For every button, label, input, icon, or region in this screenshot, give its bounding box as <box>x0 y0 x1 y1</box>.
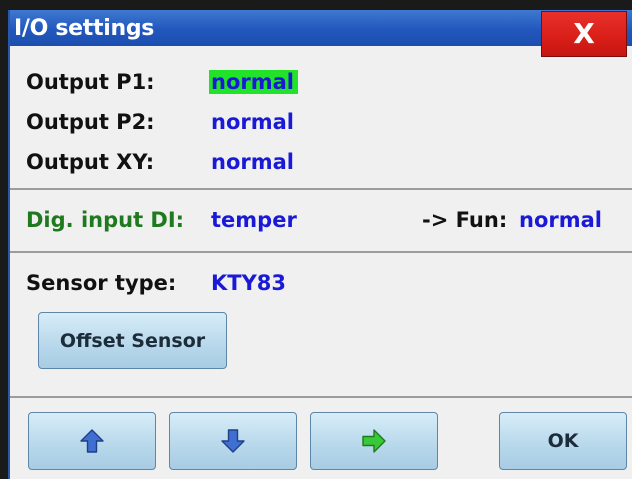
output-p1-row: Output P1: <box>26 70 155 94</box>
output-p2-value[interactable]: normal <box>211 110 294 134</box>
fun-label: -> Fun: <box>422 208 508 232</box>
sensor-type-row: Sensor type: <box>26 271 176 295</box>
dig-input-value-wrap[interactable]: temper <box>211 208 297 232</box>
io-settings-dialog: I/O settings X Output P1: normal Output … <box>8 10 632 479</box>
fun-label-wrap: -> Fun: <box>422 208 507 232</box>
output-p1-value[interactable]: normal <box>209 70 298 94</box>
fun-value[interactable]: normal <box>519 208 602 232</box>
sensor-type-value-wrap[interactable]: KTY83 <box>211 271 286 295</box>
output-xy-value-wrap[interactable]: normal <box>211 150 294 174</box>
arrow-right-icon <box>362 429 386 453</box>
output-p2-row: Output P2: <box>26 110 155 134</box>
title-bar: I/O settings <box>10 10 632 46</box>
arrow-down-icon <box>221 429 245 453</box>
output-p2-value-wrap[interactable]: normal <box>211 110 294 134</box>
output-xy-label: Output XY: <box>26 150 155 174</box>
separator <box>10 396 632 398</box>
close-button[interactable]: X <box>541 11 627 57</box>
fun-value-wrap[interactable]: normal <box>519 208 602 232</box>
dig-input-row: Dig. input DI: <box>26 208 184 232</box>
output-p1-value-wrap[interactable]: normal <box>209 70 298 94</box>
sensor-type-value[interactable]: KTY83 <box>211 271 286 295</box>
next-button[interactable] <box>310 412 438 470</box>
output-p1-label: Output P1: <box>26 70 155 94</box>
output-p2-label: Output P2: <box>26 110 155 134</box>
up-button[interactable] <box>28 412 156 470</box>
output-xy-row: Output XY: <box>26 150 154 174</box>
ok-label: OK <box>547 430 579 452</box>
dig-input-label: Dig. input DI: <box>26 208 185 232</box>
sensor-type-label: Sensor type: <box>26 271 177 295</box>
offset-sensor-button[interactable]: Offset Sensor <box>38 312 227 369</box>
separator <box>10 251 632 253</box>
ok-button[interactable]: OK <box>499 412 627 470</box>
close-icon: X <box>573 17 595 50</box>
down-button[interactable] <box>169 412 297 470</box>
dialog-title: I/O settings <box>14 16 155 41</box>
arrow-up-icon <box>80 429 104 453</box>
separator <box>10 188 632 190</box>
offset-sensor-label: Offset Sensor <box>59 329 206 352</box>
output-xy-value[interactable]: normal <box>211 150 294 174</box>
dig-input-value[interactable]: temper <box>211 208 297 232</box>
